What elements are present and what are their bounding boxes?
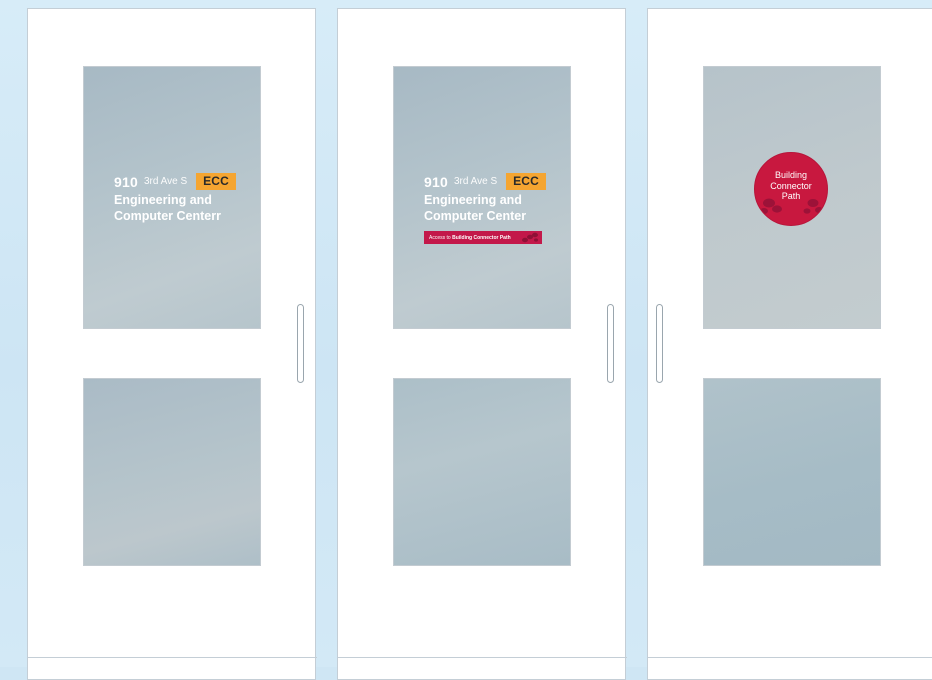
building-name: Engineering and Computer Centerr (114, 192, 236, 224)
street-name: 3rd Ave S (144, 176, 187, 187)
building-number: 910 (114, 174, 138, 190)
address-line: 910 3rd Ave S ECC (424, 173, 546, 190)
building-sign: 910 3rd Ave S ECC Engineering and Comput… (424, 173, 546, 244)
connector-path-circle-sign: Building Connector Path (754, 152, 828, 226)
door-right-upper-window: Building Connector Path (703, 66, 881, 329)
door-right-lower-window (703, 378, 881, 566)
circle-line2: Connector (755, 181, 827, 192)
building-name-line2: Computer Centerr (114, 208, 236, 224)
door-right: Building Connector Path (647, 8, 932, 680)
door-right-bottom-rail (647, 657, 932, 658)
door-right-handle[interactable] (656, 304, 663, 383)
footprints-icon (520, 232, 540, 243)
access-prefix: Access to (429, 235, 451, 241)
connector-path-label: Building Connector Path (755, 170, 827, 202)
door-middle-lower-window (393, 378, 571, 566)
door-left-upper-window: 910 3rd Ave S ECC Engineering and Comput… (83, 66, 261, 329)
building-code-badge: ECC (506, 173, 546, 190)
connector-access-text: Access to Building Connector Path (424, 235, 511, 241)
door-left-bottom-rail (27, 657, 317, 658)
door-left-handle[interactable] (297, 304, 304, 383)
connector-access-bar: Access to Building Connector Path (424, 231, 542, 244)
circle-line3: Path (755, 191, 827, 202)
door-middle-bottom-rail (337, 657, 627, 658)
circle-line1: Building (755, 170, 827, 181)
building-name: Engineering and Computer Center (424, 192, 546, 224)
access-label: Building Connector Path (452, 235, 511, 241)
street-name: 3rd Ave S (454, 176, 497, 187)
door-left-lower-window (83, 378, 261, 566)
building-sign: 910 3rd Ave S ECC Engineering and Comput… (114, 173, 236, 224)
door-middle: 910 3rd Ave S ECC Engineering and Comput… (337, 8, 626, 680)
door-middle-upper-window: 910 3rd Ave S ECC Engineering and Comput… (393, 66, 571, 329)
building-name-line1: Engineering and (114, 192, 236, 208)
building-name-line2: Computer Center (424, 208, 546, 224)
door-middle-handle[interactable] (607, 304, 614, 383)
door-left: 910 3rd Ave S ECC Engineering and Comput… (27, 8, 316, 680)
building-name-line1: Engineering and (424, 192, 546, 208)
address-line: 910 3rd Ave S ECC (114, 173, 236, 190)
building-number: 910 (424, 174, 448, 190)
building-code-badge: ECC (196, 173, 236, 190)
